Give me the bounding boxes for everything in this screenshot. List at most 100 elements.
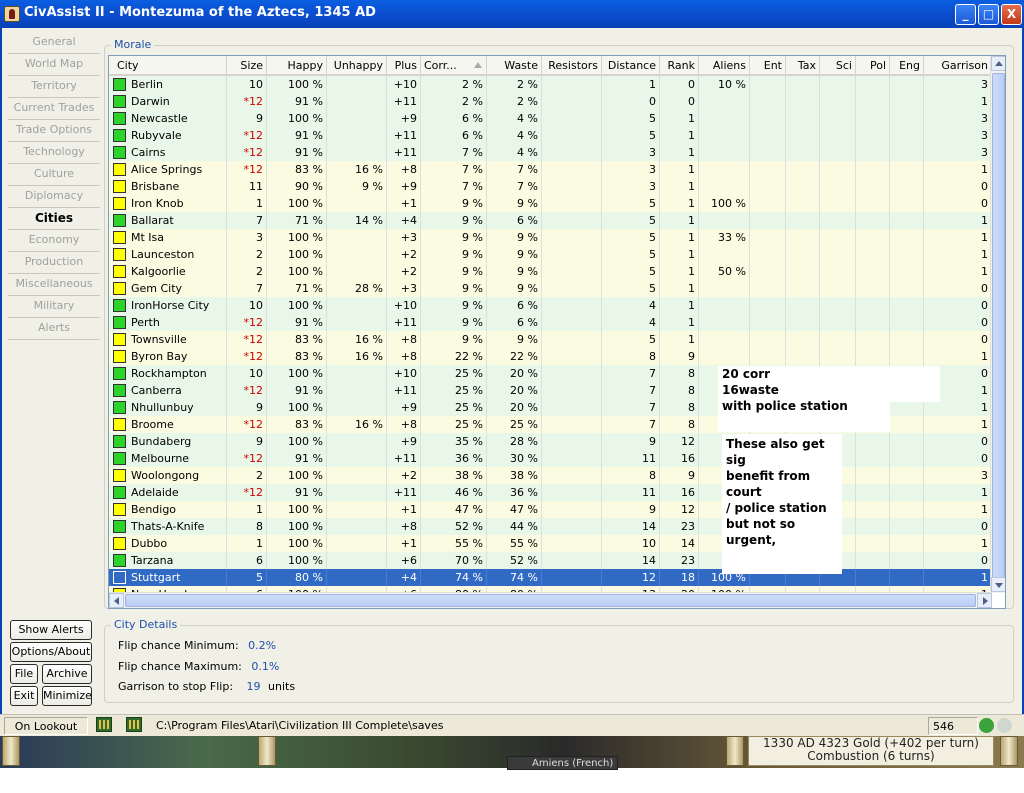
cell-happy: 100 % xyxy=(267,246,327,263)
table-row[interactable]: Melbourne *12 91 % +11 36 % 30 % 11 16 0 xyxy=(109,450,992,467)
table-row[interactable]: Adelaide *12 91 % +11 46 % 36 % 11 16 1 xyxy=(109,484,992,501)
sidebar-item-technology[interactable]: Technology xyxy=(8,142,100,164)
cell-corr: 9 % xyxy=(421,229,487,246)
column-header-resistors[interactable]: Resistors xyxy=(542,56,602,76)
scroll-right-button[interactable] xyxy=(977,593,992,608)
table-row[interactable]: IronHorse City 10 100 % +10 9 % 6 % 4 1 0 xyxy=(109,297,992,314)
column-header-size[interactable]: Size xyxy=(227,56,267,76)
table-row[interactable]: Dubbo 1 100 % +1 55 % 55 % 10 14 1 xyxy=(109,535,992,552)
sidebar-item-world-map[interactable]: World Map xyxy=(8,54,100,76)
table-row[interactable]: Brisbane 11 90 % 9 % +9 7 % 7 % 3 1 0 xyxy=(109,178,992,195)
column-header-unhappy[interactable]: Unhappy xyxy=(327,56,387,76)
column-header-garrison[interactable]: Garrison xyxy=(924,56,992,76)
cell-pol xyxy=(856,246,890,263)
cell-sci xyxy=(820,229,856,246)
column-header-ent[interactable]: Ent xyxy=(750,56,786,76)
status-swatch xyxy=(113,282,126,295)
horizontal-scroll-thumb[interactable] xyxy=(125,594,976,607)
sidebar-item-general[interactable]: General xyxy=(8,32,100,54)
column-header-sci[interactable]: Sci xyxy=(820,56,856,76)
exit-button[interactable]: Exit xyxy=(10,686,38,706)
sidebar-item-territory[interactable]: Territory xyxy=(8,76,100,98)
table-row[interactable]: Rubyvale *12 91 % +11 6 % 4 % 5 1 3 xyxy=(109,127,992,144)
cell-eng xyxy=(890,416,924,433)
sidebar-item-miscellaneous[interactable]: Miscellaneous xyxy=(8,274,100,296)
table-row[interactable]: Gem City 7 71 % 28 % +3 9 % 9 % 5 1 0 xyxy=(109,280,992,297)
column-header-distance[interactable]: Distance xyxy=(602,56,660,76)
archive-button[interactable]: Archive xyxy=(42,664,92,684)
game-icon-2[interactable] xyxy=(126,717,142,732)
table-row[interactable]: Iron Knob 1 100 % +1 9 % 9 % 5 1 100 % 0 xyxy=(109,195,992,212)
flip-max-value: 0.1% xyxy=(251,660,280,673)
cell-aliens: 10 % xyxy=(699,76,750,93)
table-row[interactable]: Townsville *12 83 % 16 % +8 9 % 9 % 5 1 0 xyxy=(109,331,992,348)
scroll-left-button[interactable] xyxy=(109,593,124,608)
table-row[interactable]: Byron Bay *12 83 % 16 % +8 22 % 22 % 8 9 1 xyxy=(109,348,992,365)
cell-corr: 46 % xyxy=(421,484,487,501)
status-swatch xyxy=(113,435,126,448)
table-row[interactable]: Cairns *12 91 % +11 7 % 4 % 3 1 3 xyxy=(109,144,992,161)
table-row[interactable]: Tarzana 6 100 % +6 70 % 52 % 14 23 0 xyxy=(109,552,992,569)
table-row[interactable]: Bundaberg 9 100 % +9 35 % 28 % 9 12 0 xyxy=(109,433,992,450)
column-header-plus[interactable]: Plus xyxy=(387,56,421,76)
cell-waste: 6 % xyxy=(487,314,542,331)
table-row[interactable]: Kalgoorlie 2 100 % +2 9 % 9 % 5 1 50 % 1 xyxy=(109,263,992,280)
sidebar-item-production[interactable]: Production xyxy=(8,252,100,274)
back-arrow-icon[interactable] xyxy=(979,718,994,733)
cell-waste: 6 % xyxy=(487,297,542,314)
table-row[interactable]: Bendigo 1 100 % +1 47 % 47 % 9 12 1 xyxy=(109,501,992,518)
cell-garrison: 0 xyxy=(924,195,992,212)
table-row[interactable]: Alice Springs *12 83 % 16 % +8 7 % 7 % 3 1 1 xyxy=(109,161,992,178)
column-header-aliens[interactable]: Aliens xyxy=(699,56,750,76)
scroll-down-button[interactable] xyxy=(991,577,1005,592)
table-row[interactable]: Berlin 10 100 % +10 2 % 2 % 1 0 10 % 3 xyxy=(109,76,992,93)
column-header-corr[interactable]: Corr... xyxy=(421,56,487,76)
table-row[interactable]: Darwin *12 91 % +11 2 % 2 % 0 0 1 xyxy=(109,93,992,110)
cell-pol xyxy=(856,212,890,229)
file-button[interactable]: File xyxy=(10,664,38,684)
cell-sci xyxy=(820,348,856,365)
game-icon-1[interactable] xyxy=(96,717,112,732)
options-about-button[interactable]: Options/About xyxy=(10,642,92,662)
column-header-waste[interactable]: Waste xyxy=(487,56,542,76)
minimize-button[interactable]: Minimize xyxy=(42,686,92,706)
close-window-button[interactable]: X xyxy=(1001,4,1022,25)
column-header-pol[interactable]: Pol xyxy=(856,56,890,76)
cell-eng xyxy=(890,161,924,178)
table-row[interactable]: Stuttgart 5 80 % +4 74 % 74 % 12 18 100 % 1 xyxy=(109,569,992,586)
cell-unhappy xyxy=(327,93,387,110)
sidebar-item-current-trades[interactable]: Current Trades xyxy=(8,98,100,120)
table-row[interactable]: Ballarat 7 71 % 14 % +4 9 % 6 % 5 1 1 xyxy=(109,212,992,229)
horizontal-scrollbar[interactable] xyxy=(109,592,992,608)
table-row[interactable]: Woolongong 2 100 % +2 38 % 38 % 8 9 3 xyxy=(109,467,992,484)
vertical-scroll-thumb[interactable] xyxy=(992,73,1005,581)
cell-sci xyxy=(820,161,856,178)
table-row[interactable]: Thats-A-Knife 8 100 % +8 52 % 44 % 14 23 0 xyxy=(109,518,992,535)
game-info-panel: 1330 AD 4323 Gold (+402 per turn) Combus… xyxy=(748,736,994,766)
sidebar-item-economy[interactable]: Economy xyxy=(8,230,100,252)
table-row[interactable]: Launceston 2 100 % +2 9 % 9 % 5 1 1 xyxy=(109,246,992,263)
table-row[interactable]: Newcastle 9 100 % +9 6 % 4 % 5 1 3 xyxy=(109,110,992,127)
cell-resistors xyxy=(542,450,602,467)
show-alerts-button[interactable]: Show Alerts xyxy=(10,620,92,640)
sidebar-item-alerts[interactable]: Alerts xyxy=(8,318,100,340)
vertical-scrollbar[interactable] xyxy=(990,56,1005,593)
sidebar-item-trade-options[interactable]: Trade Options xyxy=(8,120,100,142)
sidebar-item-diplomacy[interactable]: Diplomacy xyxy=(8,186,100,208)
sidebar-item-cities[interactable]: Cities xyxy=(8,208,100,230)
column-header-tax[interactable]: Tax xyxy=(786,56,820,76)
table-row[interactable]: Mt Isa 3 100 % +3 9 % 9 % 5 1 33 % 1 xyxy=(109,229,992,246)
cell-unhappy: 16 % xyxy=(327,348,387,365)
scroll-up-button[interactable] xyxy=(991,56,1005,71)
sidebar-item-culture[interactable]: Culture xyxy=(8,164,100,186)
column-header-city[interactable]: City xyxy=(109,56,227,76)
column-header-eng[interactable]: Eng xyxy=(890,56,924,76)
sidebar-item-military[interactable]: Military xyxy=(8,296,100,318)
cell-corr: 7 % xyxy=(421,144,487,161)
forward-arrow-icon[interactable] xyxy=(997,718,1012,733)
minimize-window-button[interactable]: _ xyxy=(955,4,976,25)
column-header-happy[interactable]: Happy xyxy=(267,56,327,76)
maximize-window-button[interactable]: □ xyxy=(978,4,999,25)
column-header-rank[interactable]: Rank xyxy=(660,56,699,76)
table-row[interactable]: Perth *12 91 % +11 9 % 6 % 4 1 0 xyxy=(109,314,992,331)
